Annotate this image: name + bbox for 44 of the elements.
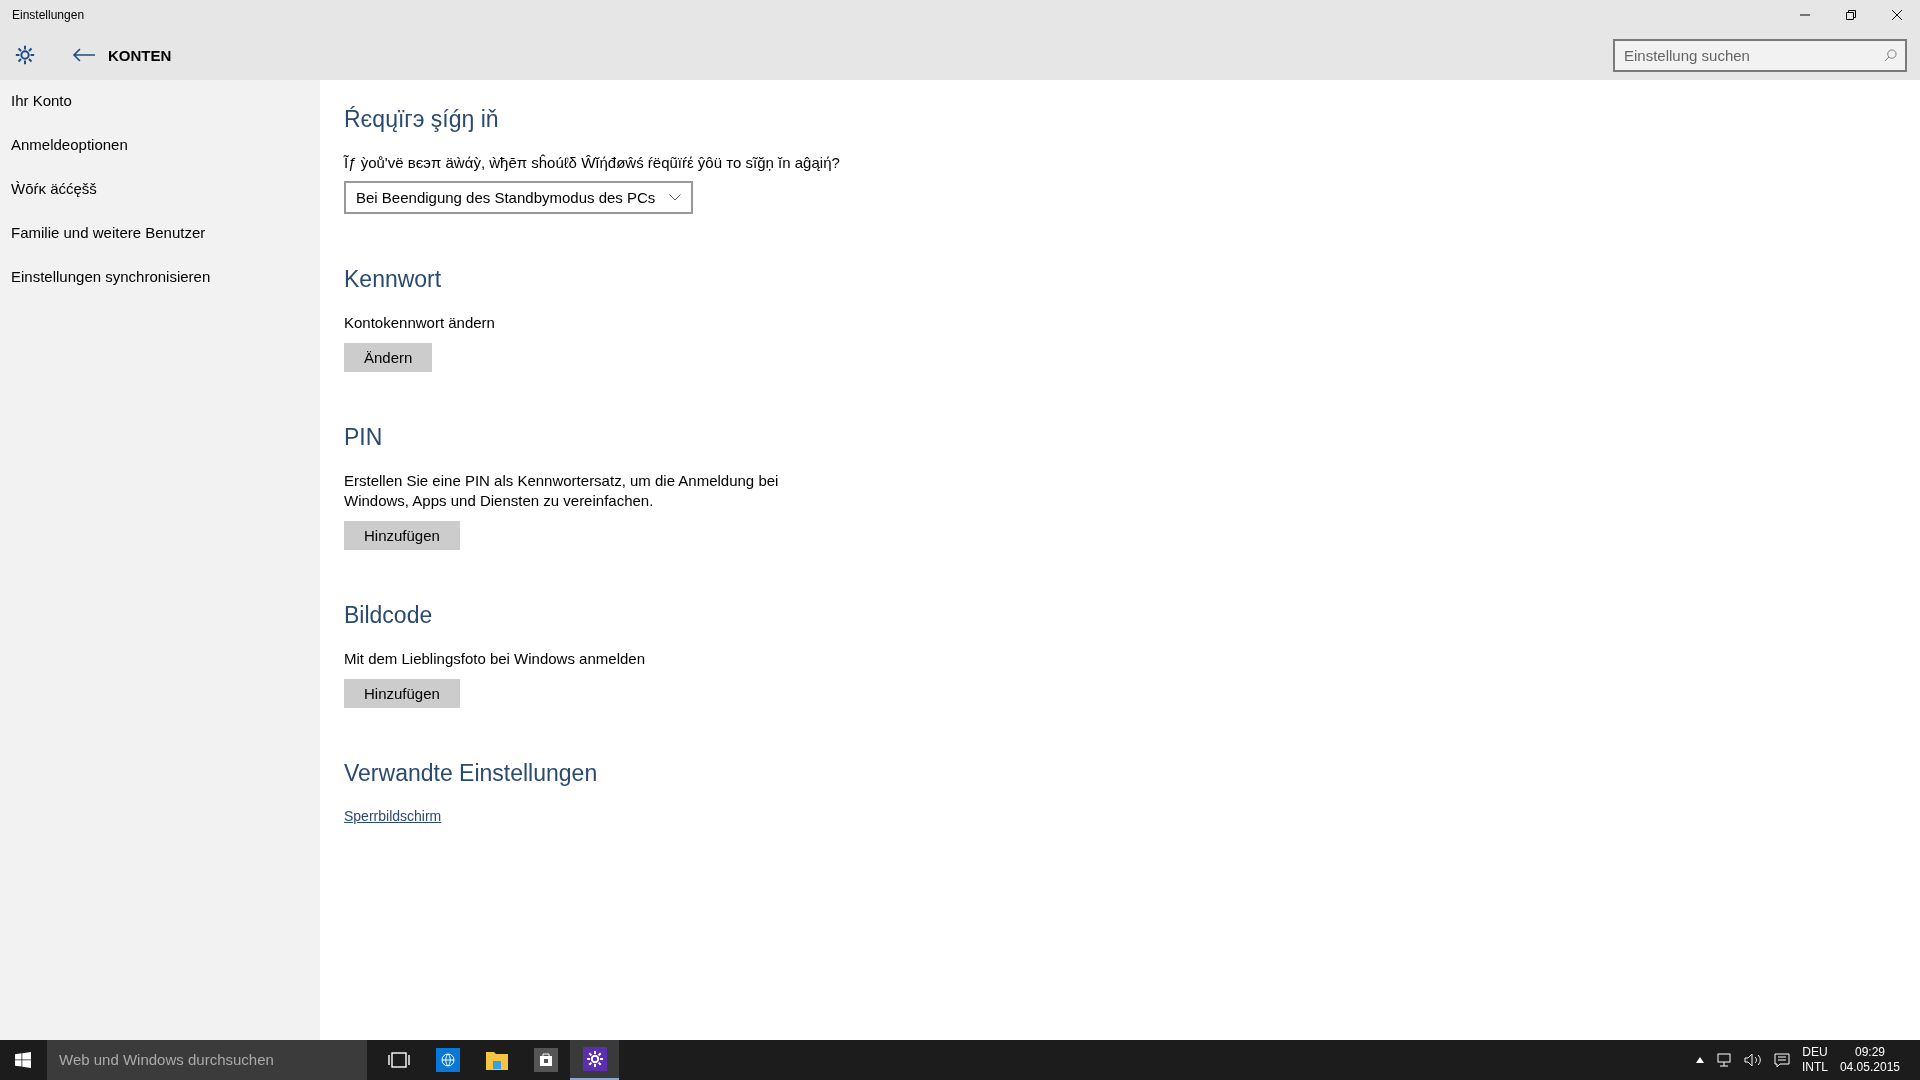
sidebar-item[interactable]: Ihr Konto [0,88,72,132]
gear-icon [582,1047,607,1071]
search-field[interactable]: Einstellung suchen [1613,38,1907,72]
section-heading: Ŕєqųïгэ şíǵŋ iň [344,106,500,133]
action-button[interactable]: Ändern [344,343,433,372]
sidebar-item[interactable]: Anmeldeoptionen [0,132,128,176]
section-heading: Bildcode [344,602,434,629]
back-arrow-icon[interactable] [72,47,96,63]
search-icon [1884,48,1897,62]
clock-date[interactable]: 04.05.2015 [1839,1060,1900,1075]
taskbar-settings-button[interactable] [570,1040,619,1080]
folder-icon [484,1049,509,1071]
volume-icon[interactable] [1743,1053,1762,1067]
chevron-up-icon[interactable] [1695,1057,1704,1063]
sidebar-item[interactable]: Familie und weitere Benutzer [0,220,206,264]
action-button[interactable]: Hinzufügen [344,521,460,550]
sidebar-item[interactable]: Einstellungen synchronisieren [0,264,211,308]
close-icon[interactable] [1891,9,1903,21]
taskbar-search-field[interactable]: Web und Windows durchsuchen [47,1040,367,1080]
window-title: Einstellungen [12,8,85,22]
task-view-icon [387,1052,410,1068]
network-icon[interactable] [1715,1053,1732,1067]
section-heading: Kennwort [344,266,443,293]
message-icon[interactable] [1773,1052,1790,1068]
sidebar-item[interactable]: Ẁōŕκ äććęšš [0,176,97,220]
start-icon[interactable] [15,1052,31,1068]
section-description: Ĩƒ ỳoů'vë вєэπ äẁάỳ, ẁђēπ sĥoúℓδ Ŵĭήđøŵś ŕëqũïŕέ ŷôü тο sĩğņ ĭn aĝąiή? [344,153,841,173]
section-description: Erstellen Sie eine PIN als Kennwortersatz, um die Anmeldung bei Windows, Apps und Diensten zu vereinfachen. [344,471,780,511]
action-button[interactable]: Hinzufügen [344,679,460,708]
section-heading: Verwandte Einstellungen [344,760,599,787]
restore-icon[interactable] [1845,9,1857,21]
section-description: Mit dem Lieblingsfoto bei Windows anmelden [344,649,646,669]
globe-icon [435,1048,460,1072]
chevron-down-icon [669,194,682,201]
section-heading: PIN [344,424,384,451]
clock-time[interactable]: 09:29 [1854,1045,1885,1060]
dropdown[interactable]: Bei Beendigung des Standbymodus des PCs [344,181,694,214]
shopping-bag-icon [533,1048,558,1072]
language-text[interactable]: DEU [1802,1045,1828,1060]
keyboard-layout-text[interactable]: INTL [1801,1060,1828,1075]
settings-link[interactable]: Sperrbildschirm [344,808,442,824]
section-description: Kontokennwort ändern [344,313,496,333]
page-title: KONTEN [108,46,172,64]
settings-icon [14,44,36,66]
